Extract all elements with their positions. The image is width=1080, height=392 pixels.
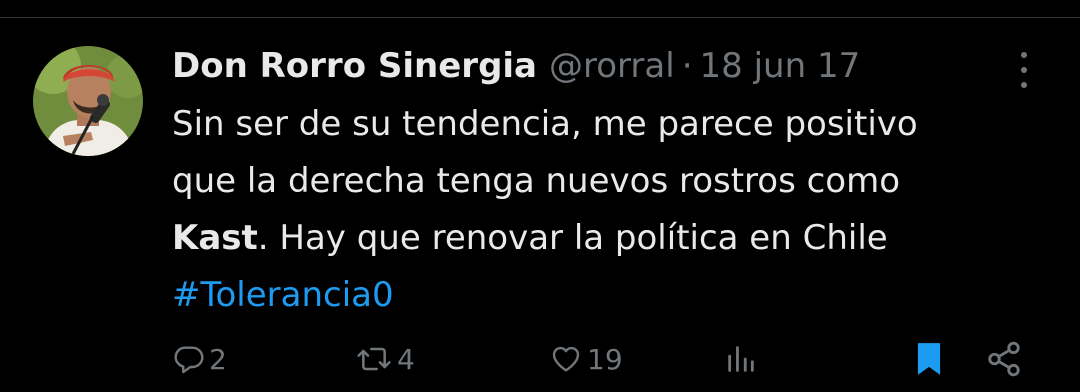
- more-dot: [1021, 52, 1027, 58]
- more-options-icon[interactable]: [1012, 52, 1036, 88]
- views-button[interactable]: [724, 334, 758, 384]
- tweet-text-line: #Tolerancia0: [172, 267, 1032, 324]
- retweet-icon: [355, 343, 393, 375]
- tweet-header: Don Rorro Sinergia @rorral · 18 jun 17: [172, 42, 860, 90]
- share-button[interactable]: [985, 334, 1023, 384]
- bookmark-button[interactable]: [912, 334, 946, 384]
- views-icon: [724, 342, 758, 376]
- bold-mention: Kast: [172, 218, 258, 258]
- more-dot: [1021, 67, 1027, 73]
- share-icon: [985, 340, 1023, 378]
- reply-count: 2: [209, 342, 227, 376]
- top-divider: [0, 0, 1080, 18]
- tweet-text-segment: . Hay que renovar la política en Chile: [257, 218, 888, 258]
- tweet-text-line: Kast. Hay que renovar la política en Chi…: [172, 210, 1032, 267]
- tweet-date[interactable]: 18 jun 17: [700, 42, 861, 90]
- tweet[interactable]: Don Rorro Sinergia @rorral · 18 jun 17 S…: [0, 18, 1080, 392]
- reply-button[interactable]: 2: [173, 334, 227, 384]
- avatar[interactable]: [33, 46, 143, 156]
- hashtag-link[interactable]: #Tolerancia0: [172, 275, 394, 315]
- retweet-count: 4: [397, 342, 415, 376]
- tweet-text-line: Sin ser de su tendencia, me parece posit…: [172, 104, 918, 144]
- like-button[interactable]: 19: [549, 334, 623, 384]
- retweet-button[interactable]: 4: [355, 334, 415, 384]
- like-count: 19: [587, 342, 623, 376]
- reply-icon: [173, 343, 205, 375]
- more-dot: [1021, 82, 1027, 88]
- tweet-text-line: que la derecha tenga nuevos rostros como: [172, 161, 901, 201]
- separator-dot: ·: [681, 46, 693, 86]
- tweet-text: Sin ser de su tendencia, me parece posit…: [172, 96, 1032, 324]
- heart-icon: [549, 343, 583, 375]
- user-handle[interactable]: @rorral: [549, 42, 675, 90]
- action-bar: 2 4 19: [0, 334, 1080, 384]
- bookmark-icon: [912, 340, 946, 378]
- display-name[interactable]: Don Rorro Sinergia: [172, 42, 537, 90]
